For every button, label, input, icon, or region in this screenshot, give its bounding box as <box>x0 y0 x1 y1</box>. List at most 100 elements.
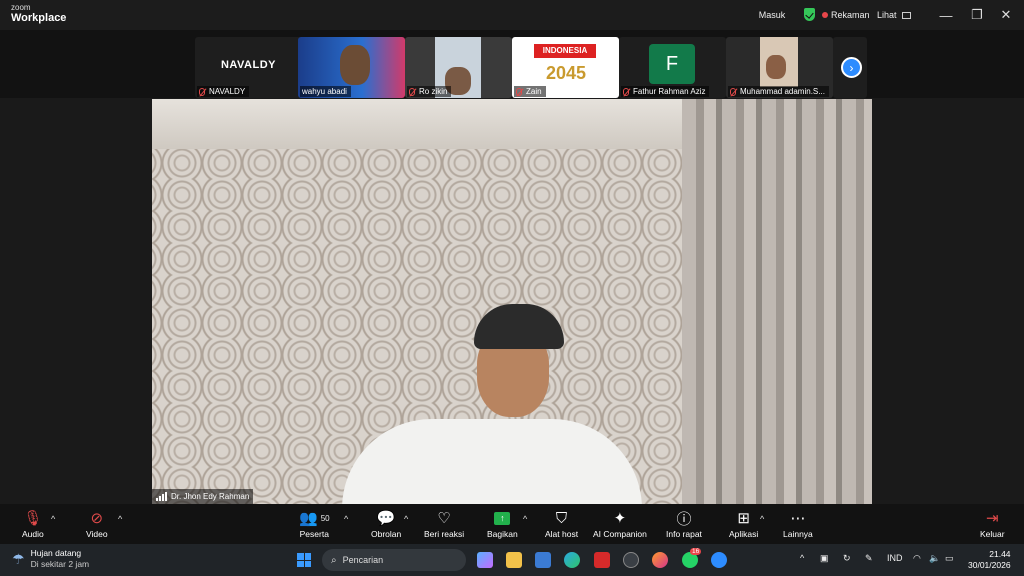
chat-chevron-icon[interactable]: ^ <box>404 514 408 524</box>
weather-widget[interactable]: ☂ Hujan datang Di sekitar 2 jam <box>12 548 89 570</box>
more-icon: ⋯ <box>790 510 806 527</box>
wifi-icon[interactable]: ◠ <box>913 553 921 564</box>
tray-overflow-chevron-icon[interactable]: ^ <box>800 553 804 563</box>
recording-indicator[interactable]: Rekaman <box>822 5 870 25</box>
sign-in-button[interactable]: Masuk <box>757 5 787 25</box>
weather-subtitle: Di sekitar 2 jam <box>30 559 90 570</box>
chat-icon: 💬 <box>376 510 396 527</box>
minimize-button[interactable]: — <box>937 6 955 24</box>
video-label: Video <box>86 529 108 539</box>
audio-label: Audio <box>22 529 44 539</box>
share-chevron-icon[interactable]: ^ <box>523 514 527 524</box>
wps-icon[interactable] <box>594 552 610 568</box>
title-bar: zoom Workplace Masuk Rekaman Lihat — ❐ ✕ <box>0 0 1024 30</box>
participant-name-text: Ro zikin <box>419 87 448 96</box>
participant-tile[interactable]: INDONESIA 2045 Zain <box>512 37 619 98</box>
share-icon-wrap: ↑ <box>494 509 511 527</box>
search-icon: ⌕ <box>331 554 337 566</box>
more-button[interactable]: ⋯ Lainnya <box>783 509 813 539</box>
speaker-body <box>342 419 642 504</box>
leave-button[interactable]: ⇥ Keluar <box>980 509 1005 539</box>
clock-date: 30/01/2026 <box>968 560 1011 571</box>
participant-tile[interactable]: wahyu abadi <box>298 37 405 98</box>
apps-chevron-icon[interactable]: ^ <box>760 514 764 524</box>
participant-tile[interactable]: NAVALDY NAVALDY <box>195 37 302 98</box>
host-tools-button[interactable]: ⛉ Alat host <box>545 509 579 540</box>
participants-chevron-icon[interactable]: ^ <box>344 514 348 524</box>
volume-icon[interactable]: 🔈 <box>929 553 940 564</box>
language-indicator[interactable]: IND <box>887 553 903 563</box>
whatsapp-badge: 16 <box>690 548 702 555</box>
search-placeholder: Pencarian <box>342 555 384 565</box>
clock-time: 21.44 <box>989 549 1011 559</box>
mic-off-icon <box>409 87 415 96</box>
participant-tile[interactable]: F Fathur Rahman Aziz <box>619 37 726 98</box>
info-icon: ⓘ <box>676 510 692 528</box>
close-button[interactable]: ✕ <box>997 6 1015 24</box>
apps-label: Aplikasi <box>729 529 759 539</box>
battery-icon[interactable]: ▭ <box>945 553 954 564</box>
participants-button[interactable]: 👥 50 Peserta <box>299 509 330 539</box>
mic-off-icon <box>730 87 736 96</box>
shield-icon[interactable] <box>804 8 815 21</box>
taskbar-clock[interactable]: 21.44 30/01/2026 <box>968 549 1011 572</box>
speaker-name-tag: Dr. Jhon Edy Rahman <box>152 489 254 504</box>
weather-text: Hujan datang Di sekitar 2 jam <box>31 548 90 570</box>
chat-button[interactable]: 💬 Obrolan <box>371 509 401 539</box>
participant-name: Muhammad adamin.S... <box>728 86 829 97</box>
participant-name: Zain <box>514 86 546 97</box>
view-button[interactable]: Lihat <box>877 5 911 25</box>
tray-app-icon[interactable]: ▣ <box>820 553 829 564</box>
store-icon[interactable] <box>535 552 551 568</box>
app-icon[interactable] <box>623 552 639 568</box>
share-label: Bagikan <box>487 529 518 539</box>
participant-name: wahyu abadi <box>300 86 351 97</box>
restore-button[interactable]: ❐ <box>968 6 986 24</box>
taskbar: ☂ Hujan datang Di sekitar 2 jam ⌕ Pencari… <box>0 544 1024 576</box>
leave-label: Keluar <box>980 529 1005 539</box>
camera-off-icon: ⊘ <box>90 510 104 527</box>
host-tools-label: Alat host <box>545 529 579 539</box>
logo-big: Workplace <box>11 12 67 24</box>
participant-name-text: NAVALDY <box>209 87 246 96</box>
apps-button[interactable]: ⊞ Aplikasi <box>729 509 758 539</box>
participant-name: NAVALDY <box>197 86 250 97</box>
sync-icon[interactable]: ↻ <box>843 553 851 564</box>
participant-face <box>766 55 786 79</box>
people-icon: 👥 50 <box>299 510 330 527</box>
ai-companion-label: AI Companion <box>593 529 647 539</box>
recording-label: Rekaman <box>831 10 870 20</box>
video-options-chevron-icon[interactable]: ^ <box>118 514 122 524</box>
view-label: Lihat <box>877 10 897 20</box>
signal-icon <box>156 492 167 501</box>
audio-button[interactable]: 🎙 Audio <box>22 509 44 539</box>
video-button[interactable]: ⊘ Video <box>86 509 108 539</box>
pen-icon[interactable]: ✎ <box>865 553 873 564</box>
taskbar-search[interactable]: ⌕ Pencarian <box>322 549 466 571</box>
firefox-icon[interactable] <box>652 552 668 568</box>
participant-display-name: NAVALDY <box>220 59 277 71</box>
copilot-icon[interactable] <box>477 552 493 568</box>
heart-icon: ♡ <box>437 510 451 527</box>
participant-tile[interactable]: Ro zikin <box>405 37 512 98</box>
zoom-taskbar-icon[interactable] <box>711 552 727 568</box>
reactions-label: Beri reaksi <box>424 529 465 539</box>
banner-title: INDONESIA <box>534 44 596 58</box>
meeting-info-label: Info rapat <box>666 529 702 539</box>
participant-tile[interactable]: Muhammad adamin.S... <box>726 37 833 98</box>
audio-options-chevron-icon[interactable]: ^ <box>51 514 55 524</box>
windows-start-icon[interactable] <box>297 553 311 567</box>
share-button[interactable]: ↑ Bagikan <box>487 509 518 539</box>
file-explorer-icon[interactable] <box>506 552 522 568</box>
next-page-button[interactable]: › <box>841 57 862 78</box>
main-video[interactable]: Dr. Jhon Edy Rahman <box>152 99 872 504</box>
reactions-button[interactable]: ♡ Beri reaksi <box>424 509 464 539</box>
grid-icon <box>901 11 911 19</box>
logo-small: zoom <box>11 3 31 12</box>
edge-icon[interactable] <box>564 552 580 568</box>
zoom-logo: zoom Workplace <box>11 4 66 24</box>
mic-off-icon <box>516 87 522 96</box>
meeting-info-button[interactable]: ⓘ Info rapat <box>666 509 702 540</box>
ai-companion-button[interactable]: ✦ AI Companion <box>593 509 647 539</box>
participant-name-text: wahyu abadi <box>302 87 347 96</box>
